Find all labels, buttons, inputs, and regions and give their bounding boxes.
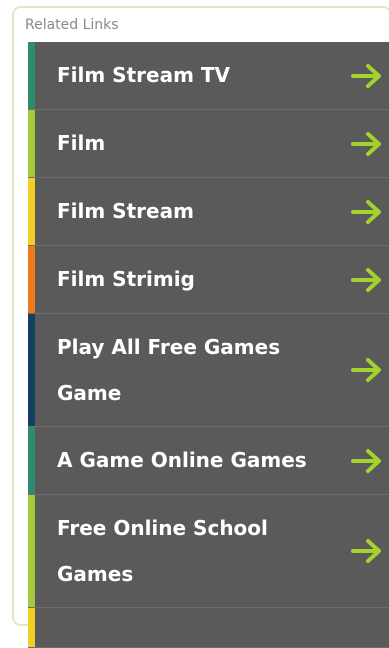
color-stripe (28, 178, 35, 245)
arrow-right-icon (351, 200, 381, 224)
arrow-right-icon (351, 539, 381, 563)
link-label: Film Stream (57, 199, 194, 223)
related-link-item[interactable]: Play All Free Games Game (28, 314, 389, 427)
color-stripe (28, 110, 35, 177)
arrow-right-icon (351, 64, 381, 88)
related-links-panel: Related Links Film Stream TV Film Film S… (12, 6, 389, 648)
color-stripe (28, 427, 35, 494)
link-label: Free Online School Games (57, 516, 268, 586)
color-stripe (28, 42, 35, 109)
link-label: Film Stream TV (57, 63, 230, 87)
arrow-right-icon (351, 132, 381, 156)
link-label: A Game Online Games (57, 448, 307, 472)
related-link-item[interactable]: Film Stream (28, 178, 389, 246)
related-links-list: Film Stream TV Film Film Stream Film Str… (28, 42, 389, 648)
related-link-item-partial[interactable] (28, 608, 389, 648)
color-stripe (28, 608, 35, 647)
related-link-item[interactable]: Film Strimig (28, 246, 389, 314)
arrow-right-icon (351, 268, 381, 292)
related-link-item[interactable]: Free Online School Games (28, 495, 389, 608)
related-link-item[interactable]: A Game Online Games (28, 427, 389, 495)
related-link-item[interactable]: Film (28, 110, 389, 178)
panel-title: Related Links (25, 17, 119, 33)
arrow-right-icon (351, 449, 381, 473)
color-stripe (28, 495, 35, 607)
link-label: Film (57, 131, 106, 155)
link-label: Film Strimig (57, 267, 195, 291)
color-stripe (28, 314, 35, 426)
arrow-right-icon (351, 358, 381, 382)
color-stripe (28, 246, 35, 313)
link-label: Play All Free Games Game (57, 335, 281, 405)
related-link-item[interactable]: Film Stream TV (28, 42, 389, 110)
